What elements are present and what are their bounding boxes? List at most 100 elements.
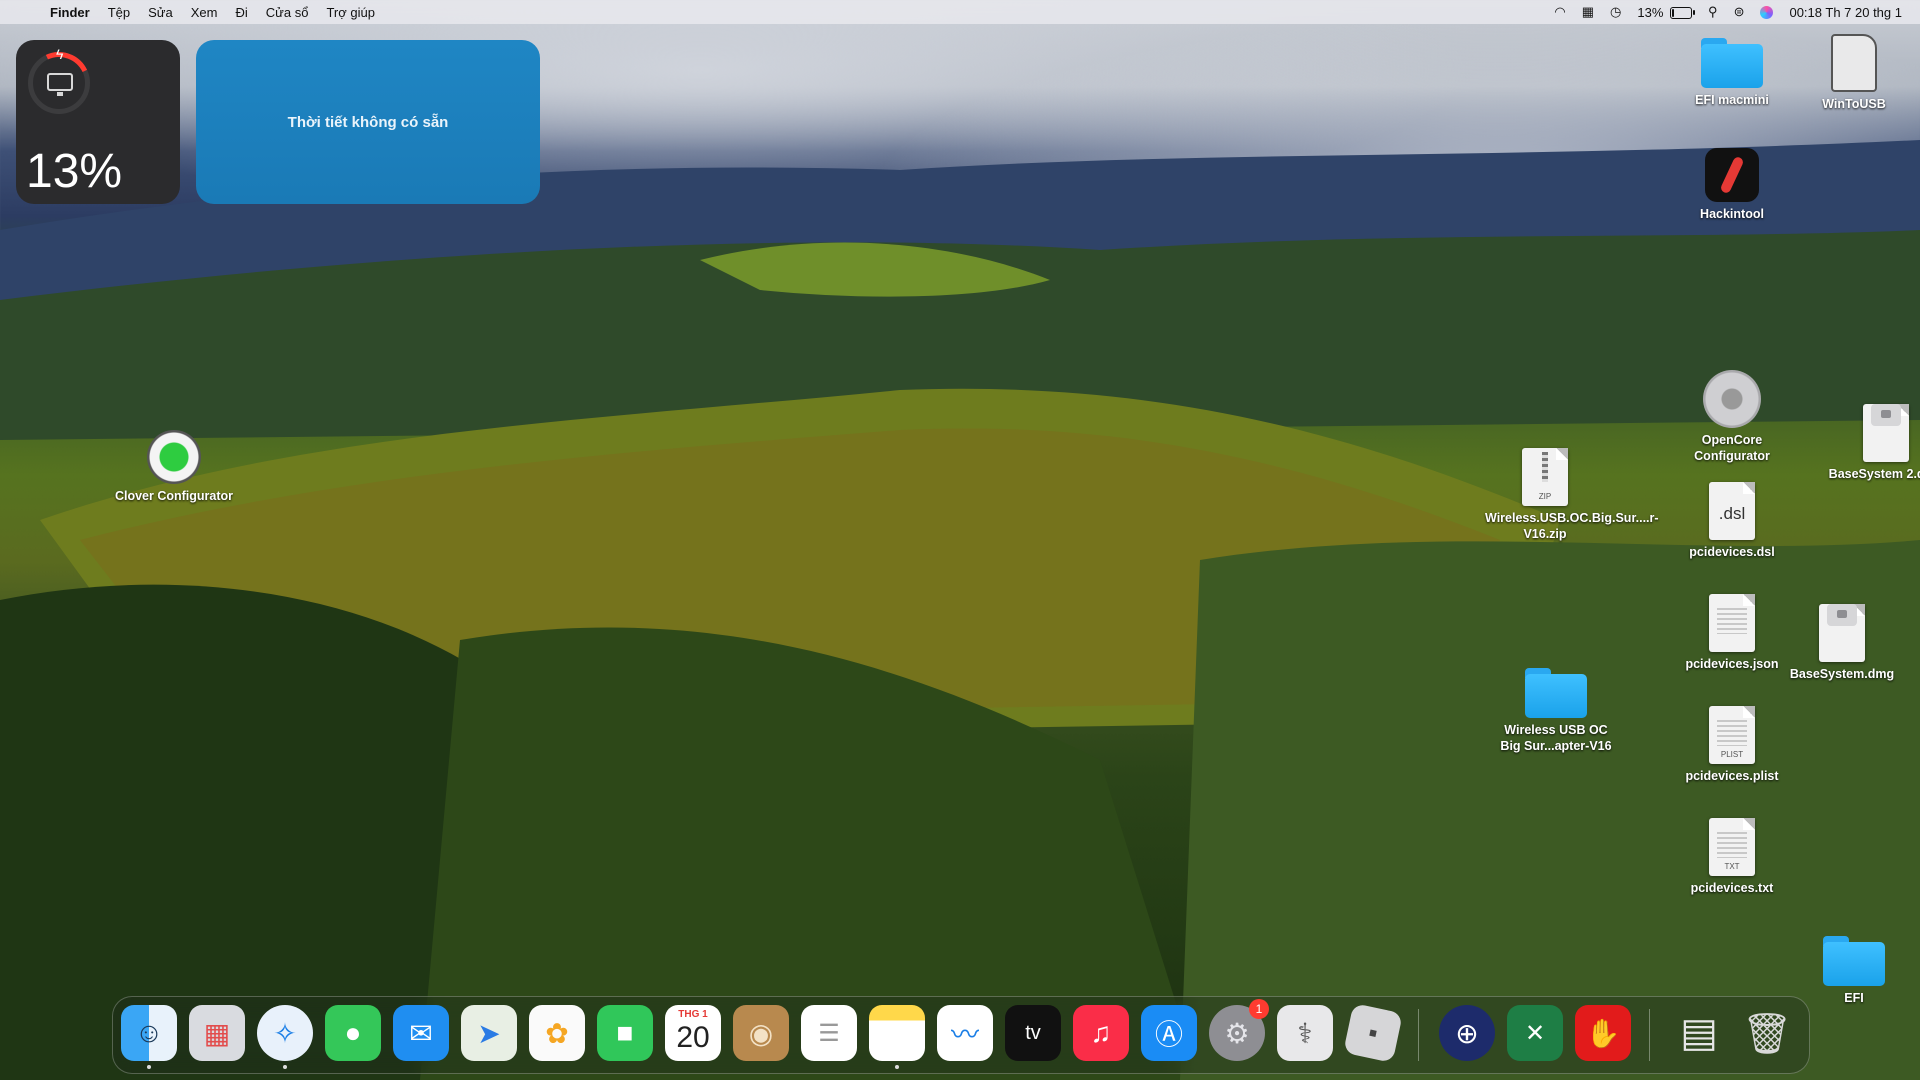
contacts-icon[interactable]: ◉ — [733, 1005, 789, 1061]
menu-file[interactable]: Tệp — [99, 5, 139, 20]
dsl-tag: .dsl — [1718, 504, 1746, 523]
desktop-icon-efi[interactable]: EFI — [1794, 936, 1914, 1006]
folder-icon — [1525, 668, 1587, 718]
clover-configurator-icon — [147, 430, 201, 484]
finder-icon[interactable]: ☺ — [121, 1005, 177, 1061]
zip-icon: ZIP — [1522, 448, 1568, 506]
launchpad-icon[interactable]: ▦ — [189, 1005, 245, 1061]
calendar-day: 20 — [676, 1021, 710, 1054]
battery-percent-text: 13% — [1637, 4, 1664, 20]
weather-widget[interactable]: Thời tiết không có sẵn — [196, 40, 540, 204]
desktop-icon-hackintool[interactable]: Hackintool — [1672, 148, 1792, 222]
calendar-icon[interactable]: THG 1 20 — [665, 1005, 721, 1061]
menu-bar: Finder Tệp Sửa Xem Đi Cửa sổ Trợ giúp ◠ … — [0, 0, 1920, 24]
txt-file-icon: TXT — [1709, 818, 1755, 876]
desktop-icon-label: pcidevices.dsl — [1689, 545, 1775, 559]
calendar-month: THG 1 — [678, 1009, 708, 1020]
desktop-icon-wireless-zip[interactable]: ZIP Wireless.USB.OC.Big.Sur....r-V16.zip — [1485, 448, 1659, 542]
time-machine-icon[interactable]: ◷ — [1610, 4, 1621, 20]
menu-help[interactable]: Trợ giúp — [317, 5, 384, 20]
desktop-icon-label: BaseSystem.dmg — [1789, 667, 1895, 681]
freeform-icon[interactable]: 〰 — [937, 1005, 993, 1061]
dock-separator — [1418, 1009, 1419, 1061]
desktop-icon-clover-configurator[interactable]: Clover Configurator — [114, 430, 234, 504]
battery-widget[interactable]: ϟ 13% — [16, 40, 180, 204]
menu-app-name[interactable]: Finder — [41, 5, 99, 20]
menu-go[interactable]: Đi — [226, 5, 256, 20]
desktop-icon-label: WinToUSB — [1822, 97, 1886, 111]
system-settings-icon[interactable]: ⚙ 1 — [1209, 999, 1269, 1061]
running-indicator — [895, 1065, 899, 1069]
adblock-icon[interactable]: ✋ — [1575, 1005, 1631, 1061]
settings-badge: 1 — [1249, 999, 1269, 1019]
desktop-icon-pcidevices-txt[interactable]: TXT pcidevices.txt — [1672, 818, 1792, 896]
apple-tv-icon[interactable]: tv — [1005, 1005, 1061, 1061]
downloads-stack-icon[interactable]: ▤ — [1671, 1005, 1727, 1061]
plist-file-icon: PLIST — [1709, 706, 1755, 764]
desktop-icon-wireless-folder[interactable]: Wireless USB OC Big Sur...apter-V16 — [1496, 668, 1616, 754]
menu-view[interactable]: Xem — [182, 5, 227, 20]
desktop-icon-label: Wireless USB OC Big Sur...apter-V16 — [1500, 723, 1612, 753]
desktop-icon-label: pcidevices.txt — [1690, 881, 1774, 895]
music-icon[interactable]: ♫ — [1073, 1005, 1129, 1061]
battery-widget-percent: 13% — [26, 145, 123, 198]
desktop-icon-pcidevices-json[interactable]: pcidevices.json — [1672, 594, 1792, 672]
running-indicator — [283, 1065, 287, 1069]
trash-icon[interactable]: 🗑 — [1739, 1005, 1795, 1061]
safari-icon[interactable]: ✧ — [257, 1005, 313, 1061]
desktop-icon-label: Clover Configurator — [114, 489, 234, 503]
menu-edit[interactable]: Sửa — [139, 5, 182, 20]
facetime-icon[interactable]: ■ — [597, 1005, 653, 1061]
desktop-icon-basesystem-dmg[interactable]: BaseSystem.dmg — [1782, 584, 1902, 682]
dmg-icon — [1819, 604, 1865, 662]
reminders-icon[interactable]: ☰ — [801, 1005, 857, 1061]
menu-window[interactable]: Cửa sổ — [257, 5, 318, 20]
maps-icon[interactable]: ➤ — [461, 1005, 517, 1061]
desktop-icon-label: Wireless.USB.OC.Big.Sur....r-V16.zip — [1485, 511, 1659, 541]
app-store-icon[interactable]: Ⓐ — [1141, 1005, 1197, 1061]
wifi-icon[interactable]: ◠ — [1554, 4, 1565, 20]
desktop-icon-label: EFI macmini — [1695, 93, 1769, 107]
txt-tag: TXT — [1724, 862, 1740, 871]
tv-label: tv — [1025, 1021, 1041, 1044]
desktop-icon-pcidevices-dsl[interactable]: .dsl pcidevices.dsl — [1672, 482, 1792, 560]
weather-widget-text: Thời tiết không có sẵn — [287, 113, 449, 131]
dmg-icon — [1863, 404, 1909, 462]
plist-tag: PLIST — [1720, 750, 1744, 759]
desktop-icon-label: Hackintool — [1700, 207, 1764, 221]
disk-utility-icon[interactable]: ⚕ — [1277, 1005, 1333, 1061]
excel-icon[interactable]: ✕ — [1507, 1005, 1563, 1061]
spotlight-icon[interactable]: ⚲ — [1708, 4, 1718, 20]
dsl-file-icon: .dsl — [1709, 482, 1755, 540]
desktop-icon-wintousb[interactable]: WinToUSB — [1794, 34, 1914, 112]
photos-icon[interactable]: ✿ — [529, 1005, 585, 1061]
display-icon — [47, 73, 73, 96]
menu-clock[interactable]: 00:18 Th 7 20 thg 1 — [1789, 5, 1902, 20]
desktop-icon-label: EFI — [1844, 991, 1864, 1005]
zip-tag: ZIP — [1538, 492, 1552, 501]
notes-icon[interactable] — [869, 1005, 925, 1061]
dock-separator — [1649, 1009, 1650, 1061]
control-center-icon[interactable]: ⊜ — [1734, 4, 1745, 20]
opencore-icon[interactable]: ⊕ — [1439, 1005, 1495, 1061]
desktop-icon-pcidevices-plist[interactable]: PLIST pcidevices.plist — [1672, 706, 1792, 784]
desktop-icon-basesystem-2-dmg[interactable]: BaseSystem 2.dmg — [1826, 384, 1920, 482]
opencore-configurator-icon — [1703, 370, 1761, 428]
desktop-icon-opencore-configurator[interactable]: OpenCore Configurator — [1672, 370, 1792, 464]
battery-icon — [1670, 7, 1696, 20]
battery-status[interactable]: 13% — [1637, 4, 1696, 20]
dock: ☺ ▦ ✧ ● ✉ ➤ ✿ ■ THG 1 20 ◉ ☰ 〰 tv ♫ Ⓐ ⚙ … — [112, 996, 1810, 1074]
desktop-icon-label: BaseSystem 2.dmg — [1828, 467, 1920, 481]
desktop-icon-label: OpenCore Configurator — [1694, 433, 1770, 463]
desktop-icon-label: pcidevices.plist — [1685, 769, 1779, 783]
charging-bolt-icon: ϟ — [56, 46, 64, 62]
sd-card-icon — [1831, 34, 1877, 92]
folder-icon — [1701, 38, 1763, 88]
hackintool-icon — [1705, 148, 1759, 202]
menu-extra-icon[interactable]: ▦ — [1582, 4, 1594, 20]
mail-icon[interactable]: ✉ — [393, 1005, 449, 1061]
desktop-icon-efi-macmini[interactable]: EFI macmini — [1672, 38, 1792, 108]
messages-icon[interactable]: ● — [325, 1005, 381, 1061]
roblox-icon[interactable]: ▪ — [1343, 1003, 1403, 1063]
siri-icon[interactable] — [1760, 5, 1774, 19]
